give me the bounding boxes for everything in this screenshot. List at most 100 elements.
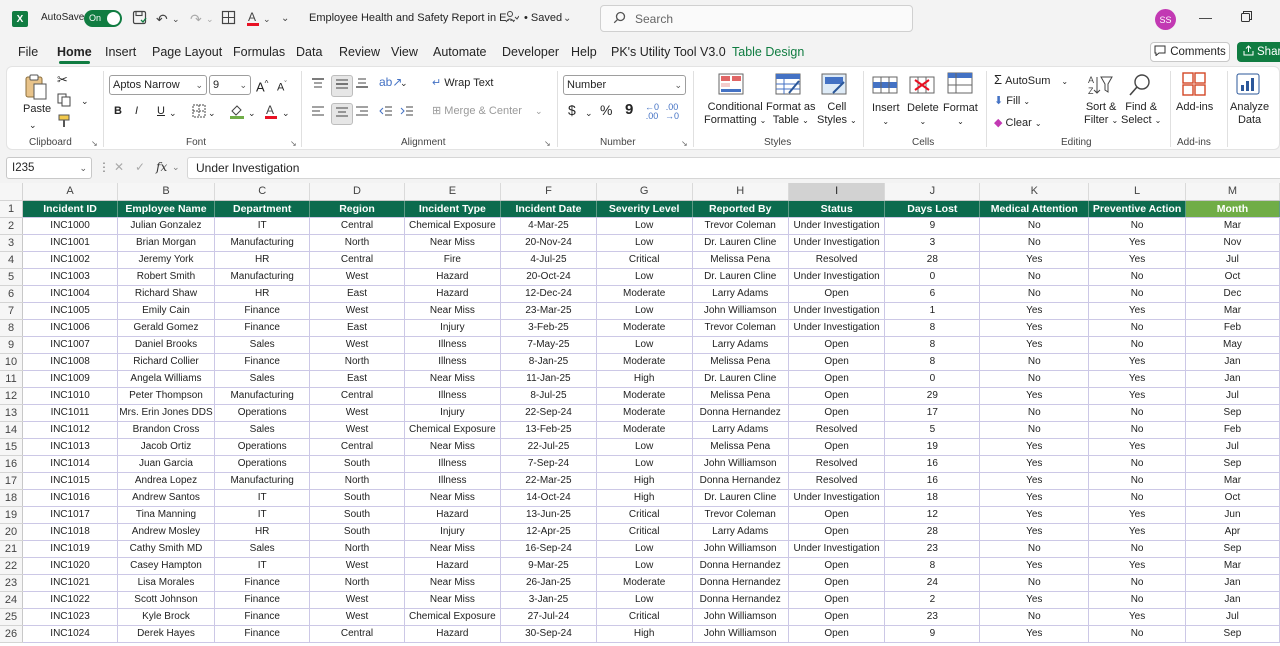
tab-pk-utility-tool[interactable]: PK's Utility Tool V3.0	[611, 45, 726, 59]
table-cell[interactable]: Brandon Cross	[117, 421, 215, 439]
row-header[interactable]: 4	[0, 251, 24, 269]
table-cell[interactable]: INC1001	[22, 234, 119, 252]
table-cell[interactable]: Operations	[214, 404, 311, 422]
table-cell[interactable]: Dr. Lauren Cline	[692, 268, 789, 286]
table-cell[interactable]: Open	[788, 625, 886, 643]
table-cell[interactable]: Melissa Pena	[692, 251, 789, 269]
table-cell[interactable]: Melissa Pena	[692, 353, 789, 371]
table-cell[interactable]: North	[309, 234, 405, 252]
table-cell[interactable]: HR	[214, 251, 311, 269]
table-cell[interactable]: Donna Hernandez	[692, 591, 789, 609]
table-cell[interactable]: 8	[884, 319, 981, 337]
table-cell[interactable]: 8	[884, 336, 981, 354]
table-cell[interactable]: Illness	[404, 455, 502, 473]
table-cell[interactable]: No	[979, 353, 1090, 371]
table-cell[interactable]: Sales	[214, 540, 311, 558]
table-cell[interactable]: Jul	[1185, 387, 1280, 405]
table-cell[interactable]: Under Investigation	[788, 234, 886, 252]
align-right-icon[interactable]	[355, 105, 369, 121]
comma-button[interactable]: 9	[625, 102, 633, 117]
table-cell[interactable]: Chemical Exposure	[404, 608, 502, 626]
row-header[interactable]: 22	[0, 557, 24, 575]
percent-button[interactable]: %	[600, 103, 612, 117]
table-cell[interactable]: Operations	[214, 455, 311, 473]
table-cell[interactable]: Sep	[1185, 625, 1280, 643]
table-cell[interactable]: Larry Adams	[692, 336, 789, 354]
table-cell[interactable]: 16-Sep-24	[500, 540, 597, 558]
table-cell[interactable]: 27-Jul-24	[500, 608, 597, 626]
orientation-dropdown-icon[interactable]: ⌄	[400, 77, 408, 90]
font-color-quick-icon[interactable]: A	[246, 10, 260, 30]
increase-font-icon[interactable]: A^	[256, 77, 268, 93]
table-cell[interactable]: Derek Hayes	[117, 625, 215, 643]
table-cell[interactable]: INC1013	[22, 438, 119, 456]
table-cell[interactable]: South	[309, 489, 405, 507]
table-cell[interactable]: IT	[214, 489, 311, 507]
row-header[interactable]: 3	[0, 234, 24, 252]
table-cell[interactable]: Sep	[1185, 455, 1280, 473]
table-cell[interactable]: Larry Adams	[692, 523, 789, 541]
table-cell[interactable]: Resolved	[788, 472, 886, 490]
column-title[interactable]: Month	[1185, 200, 1280, 218]
table-cell[interactable]: Low	[596, 217, 693, 235]
table-cell[interactable]: 22-Sep-24	[500, 404, 597, 422]
table-cell[interactable]: Jul	[1185, 438, 1280, 456]
table-cell[interactable]: South	[309, 523, 405, 541]
table-cell[interactable]: 13-Jun-25	[500, 506, 597, 524]
table-cell[interactable]: 13-Feb-25	[500, 421, 597, 439]
table-cell[interactable]: Under Investigation	[788, 540, 886, 558]
table-cell[interactable]: INC1016	[22, 489, 119, 507]
table-cell[interactable]: No	[979, 540, 1090, 558]
analyze-data-button[interactable]: Analyze Data	[1230, 101, 1269, 127]
table-cell[interactable]: INC1002	[22, 251, 119, 269]
table-cell[interactable]: Near Miss	[404, 591, 502, 609]
alignment-launcher-icon[interactable]: ↘	[544, 137, 551, 150]
table-cell[interactable]: Yes	[1088, 370, 1186, 388]
tab-insert[interactable]: Insert	[105, 45, 136, 59]
copy-dropdown-icon[interactable]: ⌄	[81, 95, 89, 108]
table-cell[interactable]: 19	[884, 438, 981, 456]
row-header[interactable]: 16	[0, 455, 24, 473]
row-header[interactable]: 10	[0, 353, 24, 371]
table-cell[interactable]: No	[1088, 404, 1186, 422]
table-cell[interactable]: Donna Hernandez	[692, 472, 789, 490]
table-cell[interactable]: Hazard	[404, 506, 502, 524]
table-cell[interactable]: Feb	[1185, 421, 1280, 439]
table-cell[interactable]: INC1000	[22, 217, 119, 235]
table-cell[interactable]: May	[1185, 336, 1280, 354]
table-cell[interactable]: 7-Sep-24	[500, 455, 597, 473]
table-cell[interactable]: Manufacturing	[214, 472, 311, 490]
addins-button[interactable]: Add-ins	[1176, 101, 1213, 114]
table-cell[interactable]: 0	[884, 370, 981, 388]
more-options-icon[interactable]: ⋮	[98, 160, 110, 174]
table-cell[interactable]: Yes	[979, 438, 1090, 456]
borders-quick-icon[interactable]	[221, 10, 236, 29]
fill-color-icon[interactable]	[229, 103, 245, 123]
table-cell[interactable]: Low	[596, 438, 693, 456]
table-cell[interactable]: Open	[788, 353, 886, 371]
table-cell[interactable]: Julian Gonzalez	[117, 217, 215, 235]
align-left-icon[interactable]	[311, 105, 325, 121]
table-cell[interactable]: 8	[884, 557, 981, 575]
table-cell[interactable]: Gerald Gomez	[117, 319, 215, 337]
table-cell[interactable]: Yes	[1088, 387, 1186, 405]
table-cell[interactable]: West	[309, 557, 405, 575]
table-cell[interactable]: Yes	[1088, 302, 1186, 320]
table-cell[interactable]: INC1006	[22, 319, 119, 337]
table-cell[interactable]: No	[979, 370, 1090, 388]
undo-icon[interactable]: ↶	[156, 10, 168, 28]
table-cell[interactable]: Critical	[596, 523, 693, 541]
table-cell[interactable]: INC1021	[22, 574, 119, 592]
table-cell[interactable]: Sales	[214, 370, 311, 388]
paste-icon[interactable]	[23, 73, 49, 100]
table-cell[interactable]: 12-Apr-25	[500, 523, 597, 541]
table-cell[interactable]: 29	[884, 387, 981, 405]
table-cell[interactable]: East	[309, 319, 405, 337]
table-cell[interactable]: Yes	[1088, 353, 1186, 371]
table-cell[interactable]: 22-Jul-25	[500, 438, 597, 456]
table-cell[interactable]: No	[1088, 489, 1186, 507]
wrap-text-button[interactable]: ↵ Wrap Text	[432, 77, 493, 90]
align-top-icon[interactable]	[311, 77, 325, 93]
tab-file[interactable]: File	[18, 45, 38, 59]
table-cell[interactable]: IT	[214, 506, 311, 524]
